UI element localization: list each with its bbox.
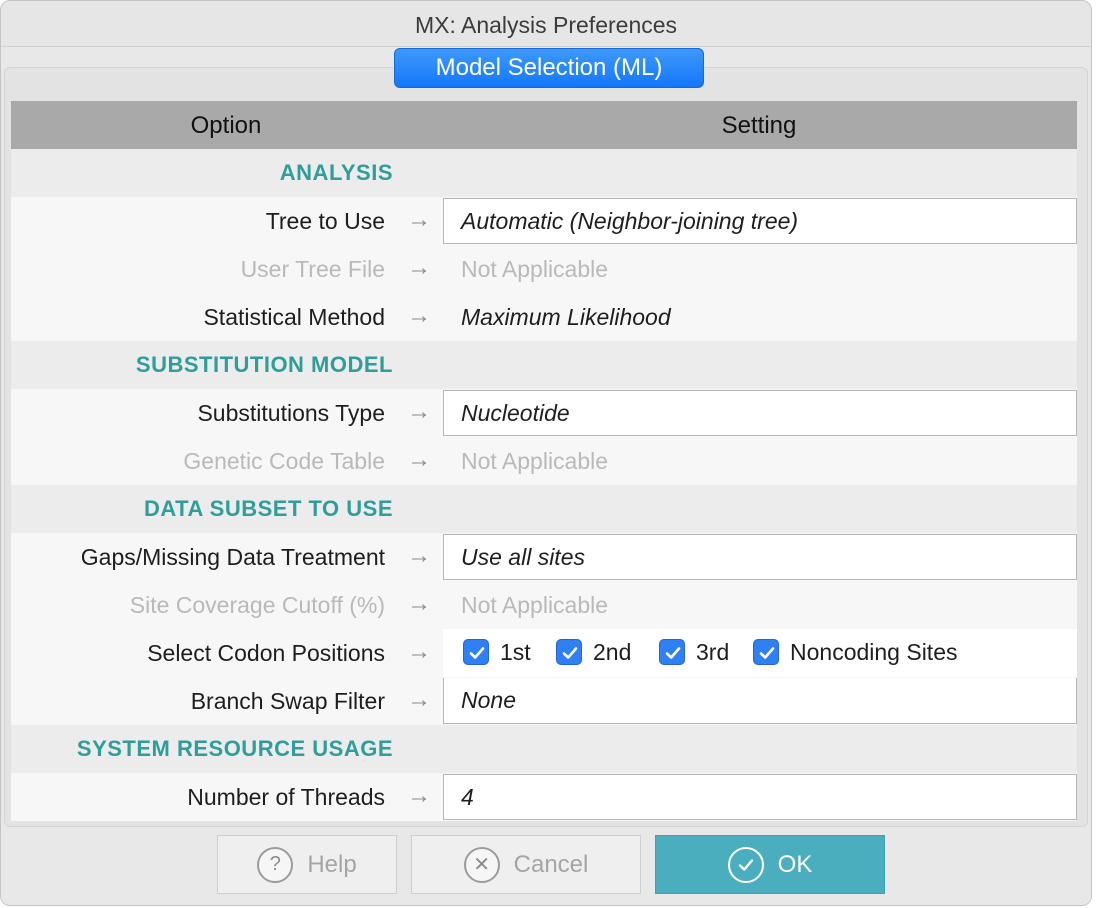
option-label: User Tree File [240, 256, 385, 282]
section-title: SUBSTITUTION MODEL [135, 352, 393, 377]
section-data-subset: DATA SUBSET TO USE [11, 485, 1077, 533]
arrow-icon: → [407, 206, 431, 233]
option-value: Nucleotide [461, 400, 570, 426]
checkbox-label: 1st [500, 638, 531, 665]
x-circle-icon: ✕ [463, 846, 500, 883]
option-value: Use all sites [461, 544, 585, 570]
section-analysis: ANALYSIS [11, 149, 1077, 197]
option-value: Not Applicable [461, 256, 609, 282]
option-label: Genetic Code Table [183, 448, 385, 474]
window-title: MX: Analysis Preferences [1, 1, 1091, 47]
arrow-icon: → [407, 302, 431, 329]
row-branch-swap-filter[interactable]: Branch Swap Filter → None [11, 677, 1077, 725]
checkbox-3rd[interactable]: 3rd [659, 637, 729, 667]
arrow-icon: → [407, 254, 431, 281]
option-label: Gaps/Missing Data Treatment [80, 544, 385, 570]
option-label: Branch Swap Filter [190, 688, 385, 714]
cancel-button-label: Cancel [513, 850, 589, 878]
cancel-button[interactable]: ✕ Cancel [411, 835, 641, 894]
arrow-icon: → [407, 686, 431, 713]
checkbox-label: 2nd [593, 638, 632, 665]
row-user-tree-file: User Tree File → Not Applicable [11, 245, 1077, 293]
section-substitution-model: SUBSTITUTION MODEL [11, 341, 1077, 389]
option-value: Maximum Likelihood [461, 304, 671, 330]
row-substitutions-type[interactable]: Substitutions Type → Nucleotide [11, 389, 1077, 437]
section-system-resource: SYSTEM RESOURCE USAGE [11, 725, 1077, 773]
checkbox-2nd[interactable]: 2nd [556, 637, 631, 667]
option-label: Substitutions Type [197, 400, 385, 426]
column-header-option: Option [190, 112, 262, 139]
option-value: Not Applicable [461, 448, 609, 474]
row-gaps-missing-data[interactable]: Gaps/Missing Data Treatment → Use all si… [11, 533, 1077, 581]
button-bar: ? Help ✕ Cancel OK [1, 827, 1091, 905]
option-value: None [461, 687, 516, 713]
ok-button-label: OK [777, 850, 813, 878]
tree-to-use-field[interactable]: Automatic (Neighbor-joining tree) [443, 198, 1077, 244]
checkbox-1st[interactable]: 1st [463, 637, 531, 667]
option-value: Not Applicable [461, 592, 609, 618]
option-value: 4 [461, 784, 474, 810]
checkbox-checked-icon[interactable] [463, 639, 489, 665]
row-number-of-threads[interactable]: Number of Threads → 4 [11, 773, 1077, 821]
option-label: Site Coverage Cutoff (%) [129, 592, 385, 618]
arrow-icon: → [407, 542, 431, 569]
checkbox-checked-icon[interactable] [556, 639, 582, 665]
arrow-icon: → [407, 398, 431, 425]
option-label: Tree to Use [265, 208, 385, 234]
option-label: Statistical Method [203, 304, 385, 330]
row-statistical-method[interactable]: Statistical Method → Maximum Likelihood [11, 293, 1077, 341]
checkbox-label: 3rd [696, 638, 730, 665]
option-value: Automatic (Neighbor-joining tree) [461, 208, 799, 234]
gaps-missing-field[interactable]: Use all sites [443, 534, 1077, 580]
question-circle-icon: ? [257, 846, 294, 883]
preferences-window: MX: Analysis Preferences Model Selection… [0, 0, 1092, 906]
table-header: Option Setting [11, 101, 1077, 149]
checkbox-noncoding-sites[interactable]: Noncoding Sites [753, 637, 958, 667]
option-label: Select Codon Positions [147, 640, 385, 666]
branch-swap-field[interactable]: None [443, 678, 1077, 724]
checkbox-checked-icon[interactable] [659, 639, 685, 665]
section-title: DATA SUBSET TO USE [144, 496, 393, 521]
codon-checkbox-group: 1st 2nd 3rd Noncoding Sites [443, 629, 1077, 677]
arrow-icon: → [407, 446, 431, 473]
row-site-coverage-cutoff: Site Coverage Cutoff (%) → Not Applicabl… [11, 581, 1077, 629]
section-title: SYSTEM RESOURCE USAGE [76, 736, 393, 761]
substitutions-type-field[interactable]: Nucleotide [443, 390, 1077, 436]
help-button[interactable]: ? Help [217, 835, 397, 894]
arrow-icon: → [407, 782, 431, 809]
checkbox-label: Noncoding Sites [790, 638, 958, 665]
ok-button[interactable]: OK [655, 835, 885, 894]
tab-model-selection[interactable]: Model Selection (ML) [394, 48, 704, 88]
help-button-label: Help [307, 850, 357, 878]
row-genetic-code-table: Genetic Code Table → Not Applicable [11, 437, 1077, 485]
options-table: Option Setting ANALYSIS Tree to Use → Au… [11, 101, 1077, 821]
arrow-icon: → [407, 638, 431, 665]
threads-field[interactable]: 4 [443, 774, 1077, 820]
column-header-setting: Setting [721, 112, 797, 139]
row-codon-positions: Select Codon Positions → 1st 2nd 3rd Non… [11, 629, 1077, 677]
check-circle-icon [727, 846, 764, 883]
checkbox-checked-icon[interactable] [753, 639, 779, 665]
option-label: Number of Threads [187, 784, 385, 810]
arrow-icon: → [407, 590, 431, 617]
section-title: ANALYSIS [279, 160, 393, 185]
row-tree-to-use[interactable]: Tree to Use → Automatic (Neighbor-joinin… [11, 197, 1077, 245]
